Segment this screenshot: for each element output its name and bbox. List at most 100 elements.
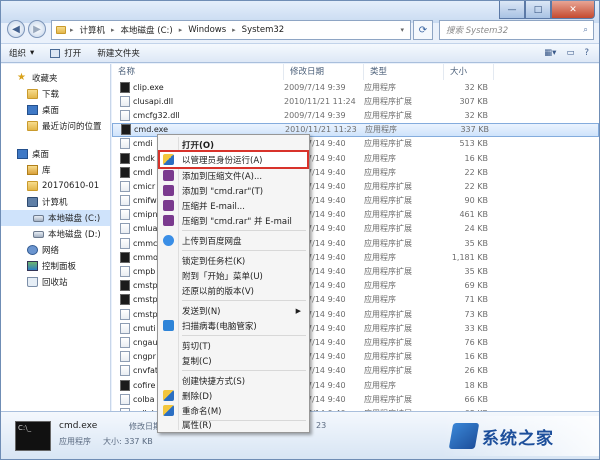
folder-icon: [27, 181, 38, 191]
file-name: cmdi: [133, 139, 153, 149]
file-name: cmuti: [133, 323, 156, 333]
menu-send-to[interactable]: 发送到(N) ▶: [160, 303, 307, 318]
nav-library[interactable]: 库: [1, 162, 110, 178]
file-name: cmdl: [133, 167, 153, 177]
dll-file-icon: [120, 109, 130, 121]
menu-copy[interactable]: 复制(C): [160, 353, 307, 368]
breadcrumb-drive-c[interactable]: 本地磁盘 (C:): [121, 24, 173, 36]
menu-properties[interactable]: 属性(R): [160, 417, 307, 432]
menu-upload-baidu[interactable]: 上传到百度网盘: [160, 233, 307, 248]
nav-computer[interactable]: 计算机: [1, 194, 110, 210]
file-name: cmlua: [133, 224, 158, 234]
menu-pin-start[interactable]: 附到「开始」菜单(U): [160, 268, 307, 283]
menu-rename[interactable]: 重命名(M): [160, 403, 307, 418]
column-name[interactable]: 名称: [112, 64, 284, 80]
menu-restore-versions[interactable]: 还原以前的版本(V): [160, 283, 307, 298]
search-placeholder: 搜索 System32: [446, 26, 509, 36]
nav-label: 控制面板: [42, 262, 77, 272]
menu-label: 锁定到任务栏(K): [182, 256, 246, 267]
chevron-down-icon[interactable]: ▾: [400, 26, 404, 34]
file-name: cmipn: [133, 210, 158, 220]
file-type: 应用程序扩展: [364, 110, 412, 120]
nav-folder-20170610[interactable]: 20170610-01: [1, 178, 110, 194]
file-size: 16 KB: [464, 153, 488, 163]
menu-compress-cmd-email[interactable]: 压缩到 "cmd.rar" 并 E-mail: [160, 213, 307, 228]
nav-drive-d[interactable]: 本地磁盘 (D:): [1, 226, 110, 242]
menu-scan-virus[interactable]: 扫描病毒(电脑管家): [160, 318, 307, 333]
file-size: 66 KB: [464, 394, 488, 404]
nav-desktop[interactable]: 桌面: [1, 102, 110, 118]
shield-icon: [163, 405, 174, 416]
breadcrumb-system32[interactable]: System32: [242, 25, 285, 35]
file-name: cngpr: [133, 352, 156, 362]
file-size: 90 KB: [464, 196, 488, 206]
address-row: ◀ ▶ ▸ 计算机 ▸ 本地磁盘 (C:) ▸ Windows ▸ System…: [1, 15, 599, 41]
menu-pin-taskbar[interactable]: 锁定到任务栏(K): [160, 253, 307, 268]
file-name: cmmo: [133, 252, 158, 262]
refresh-icon: ⟳: [418, 24, 428, 36]
nav-drive-c[interactable]: 本地磁盘 (C:): [1, 210, 110, 226]
nav-desktop-root[interactable]: 桌面: [1, 146, 110, 162]
file-name: cnvfat: [133, 366, 159, 376]
menu-open[interactable]: 打开(O): [160, 137, 307, 152]
forward-button[interactable]: ▶: [28, 20, 46, 38]
menu-cut[interactable]: 剪切(T): [160, 338, 307, 353]
nav-label: 收藏夹: [32, 74, 58, 84]
nav-recycle-bin[interactable]: 回收站: [1, 274, 110, 290]
refresh-button[interactable]: ⟳: [413, 20, 433, 40]
nav-label: 库: [42, 166, 51, 176]
file-size: 73 KB: [464, 309, 488, 319]
nav-recent[interactable]: 最近访问的位置: [1, 118, 110, 134]
menu-label: 重命名(M): [182, 406, 222, 417]
file-size: 337 KB: [460, 125, 489, 135]
address-bar[interactable]: ▸ 计算机 ▸ 本地磁盘 (C:) ▸ Windows ▸ System32 ▾: [51, 20, 411, 40]
menu-create-shortcut[interactable]: 创建快捷方式(S): [160, 373, 307, 388]
file-size: 32 KB: [464, 82, 488, 92]
menu-run-as-admin[interactable]: 以管理员身份运行(A): [158, 150, 309, 169]
file-type: 应用程序扩展: [364, 210, 412, 220]
file-size: 1,181 KB: [451, 252, 488, 262]
window-icon: [50, 48, 61, 58]
nav-network[interactable]: 网络: [1, 242, 110, 258]
file-type: 应用程序: [364, 167, 396, 177]
file-size: 22 KB: [464, 167, 488, 177]
command-bar: 组织 ▾ 打开 新建文件夹 ▦▾ ▭ ?: [1, 43, 599, 63]
view-options-icon[interactable]: ▦▾: [544, 48, 556, 58]
file-type: 应用程序扩展: [364, 309, 412, 319]
explorer-window: — □ ✕ ◀ ▶ ▸ 计算机 ▸ 本地磁盘 (C:) ▸ Windows ▸ …: [0, 0, 600, 460]
control-panel-icon: [27, 261, 38, 271]
menu-delete[interactable]: 删除(D): [160, 388, 307, 403]
search-icon: ⌕: [583, 25, 588, 35]
nav-downloads[interactable]: 下载: [1, 86, 110, 102]
help-icon[interactable]: ?: [584, 48, 589, 58]
breadcrumb-computer[interactable]: 计算机: [80, 24, 106, 36]
open-button[interactable]: 打开: [42, 47, 89, 59]
menu-label: 添加到 "cmd.rar"(T): [182, 186, 264, 197]
search-input[interactable]: 搜索 System32 ⌕: [439, 20, 594, 40]
file-name: cmpb: [133, 267, 156, 277]
breadcrumb-windows[interactable]: Windows: [188, 25, 226, 35]
nav-control-panel[interactable]: 控制面板: [1, 258, 110, 274]
column-type[interactable]: 类型: [364, 64, 444, 80]
forward-arrow-icon: ▶: [33, 23, 41, 35]
file-name-cell: clusapi.dll: [112, 95, 284, 107]
column-size[interactable]: 大小: [444, 64, 494, 80]
preview-pane-icon[interactable]: ▭: [566, 48, 574, 58]
new-folder-button[interactable]: 新建文件夹: [89, 47, 148, 59]
file-row[interactable]: clip.exe 2009/7/14 9:39 应用程序 32 KB: [112, 80, 599, 94]
back-button[interactable]: ◀: [7, 20, 25, 38]
menu-add-cmd-rar[interactable]: 添加到 "cmd.rar"(T): [160, 183, 307, 198]
file-row[interactable]: clusapi.dll 2010/11/21 11:24 应用程序扩展 307 KB: [112, 94, 599, 108]
chevron-right-icon: ▸: [70, 26, 74, 34]
organize-button[interactable]: 组织 ▾: [1, 47, 42, 59]
chevron-down-icon: ▾: [30, 48, 35, 58]
exe-file-icon: [120, 379, 130, 391]
menu-add-archive[interactable]: 添加到压缩文件(A)...: [160, 168, 307, 183]
file-size: 18 KB: [464, 380, 488, 390]
file-name: colba: [133, 394, 155, 404]
menu-compress-email[interactable]: 压缩并 E-mail...: [160, 198, 307, 213]
file-type: 应用程序扩展: [364, 337, 412, 347]
file-row[interactable]: cmcfg32.dll 2009/7/14 9:39 应用程序扩展 32 KB: [112, 108, 599, 122]
column-date[interactable]: 修改日期: [284, 64, 364, 80]
nav-favorites[interactable]: ★ 收藏夹: [1, 70, 110, 86]
